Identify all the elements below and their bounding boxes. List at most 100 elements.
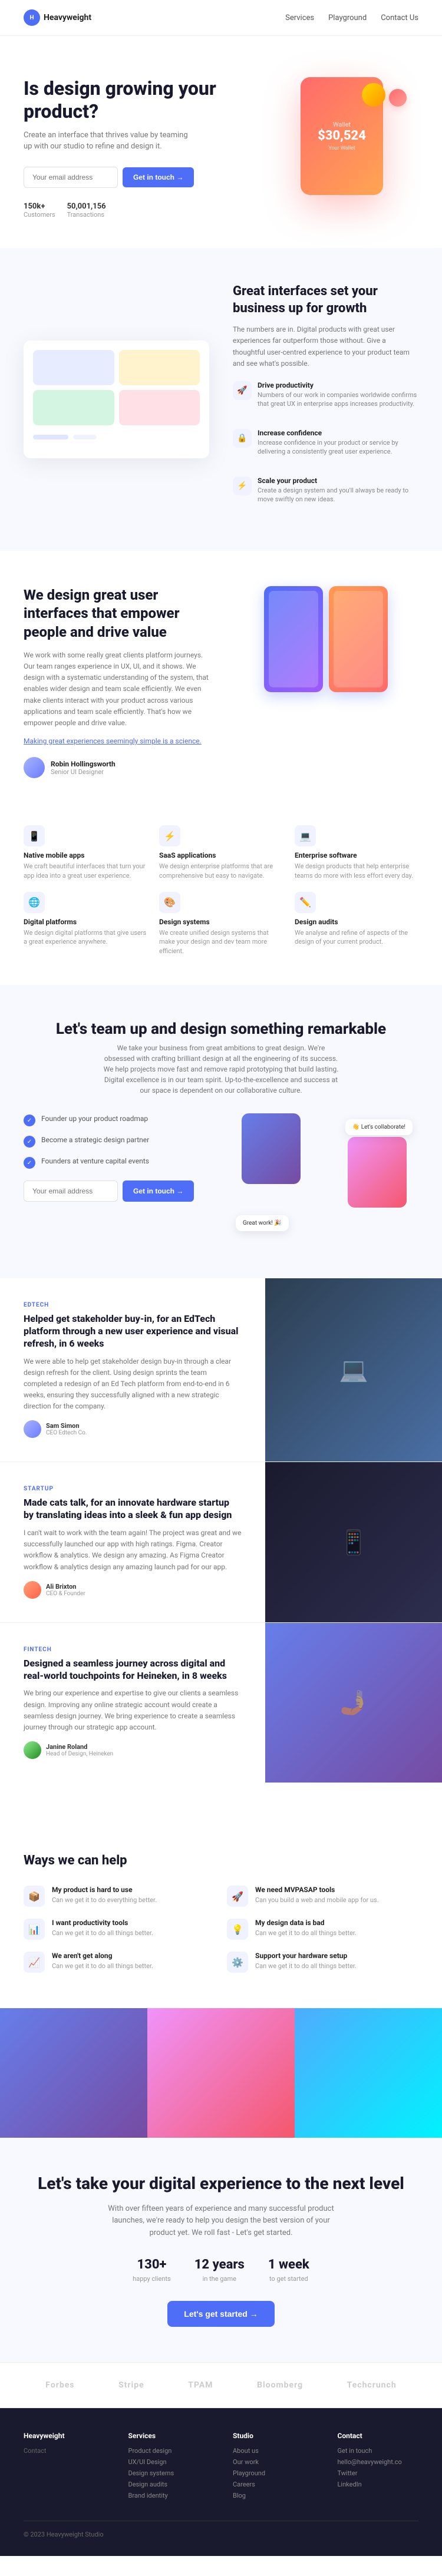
team-photo-1: [242, 1113, 301, 1184]
footer-logo-col: Heavyweight Contact: [24, 2432, 105, 2503]
trust-logos: Forbes Stripe TPAM Bloomberg Techcrunch: [24, 2380, 418, 2390]
trust-logo-1: Stripe: [118, 2380, 144, 2390]
footer-top: Heavyweight Contact Services Product des…: [24, 2432, 418, 2503]
cta-stat-0: 130+ happy clients: [133, 2257, 171, 2283]
card-amount: $30,524: [318, 128, 366, 143]
cta-stat-2: 1 week to get started: [268, 2257, 309, 2283]
footer-link-1-1[interactable]: Our work: [233, 2458, 314, 2466]
feature-icon-1: 🔒: [233, 429, 252, 448]
cta-stat-value-0: 130+: [133, 2257, 171, 2272]
case-studies-section: EDTECH Helped get stakeholder buy-in, fo…: [0, 1278, 442, 1818]
footer-bottom: © 2023 Heavyweight Studio: [24, 2521, 418, 2538]
team-feature-1: ✓ Become a strategic design partner: [24, 1135, 212, 1148]
hero-decorations: [362, 83, 407, 107]
case-author-1: Ali Brixton CEO & Founder: [24, 1581, 242, 1599]
great-subtitle: The numbers are in. Digital products wit…: [233, 324, 418, 369]
footer-link-2-3[interactable]: LinkedIn: [338, 2481, 419, 2488]
decoration-circle-2: [389, 89, 407, 107]
team-email-input[interactable]: [24, 1180, 118, 1202]
hero-cta-button[interactable]: Get in touch →: [123, 167, 194, 187]
cap-item-0: 📱 Native mobile apps We craft beautiful …: [24, 825, 147, 880]
footer-link-1-4[interactable]: Blog: [233, 2492, 314, 2499]
footer-col-title-1: Studio: [233, 2432, 314, 2440]
case-title-2: Designed a seamless journey across digit…: [24, 1658, 242, 1682]
footer-link-1-0[interactable]: About us: [233, 2447, 314, 2455]
case-author-title-1: CEO & Founder: [46, 1590, 85, 1597]
feature-text-2: Scale your product Create a design syste…: [258, 477, 418, 516]
author-title: Senior UI Designer: [51, 768, 104, 776]
hero-stat-customers: 150k+ Customers: [24, 202, 55, 219]
case-author-info-0: Sam Simon CEO Edtech Co.: [46, 1422, 87, 1436]
feature-icon-2: ⚡: [233, 477, 252, 495]
cap-desc-1: We design enterprise platforms that are …: [159, 862, 283, 880]
case-title-0: Helped get stakeholder buy-in, for an Ed…: [24, 1313, 242, 1350]
cta-stat-label-2: to get started: [269, 2275, 308, 2283]
team-section: Let's team up and design something remar…: [0, 985, 442, 1278]
cap-icon-1: ⚡: [159, 825, 180, 846]
footer-link-1-3[interactable]: Careers: [233, 2481, 314, 2488]
team-feature-text-0: Founder up your product roadmap: [41, 1113, 148, 1124]
hero-section: Is design growing your product? Create a…: [0, 36, 442, 248]
footer-link-1-2[interactable]: Playground: [233, 2469, 314, 2477]
capabilities-section: 📱 Native mobile apps We craft beautiful …: [0, 814, 442, 985]
way-icon-2: 📊: [24, 1919, 45, 1940]
case-desc-2: We bring our experience and expertise to…: [24, 1688, 242, 1733]
feature-title-0: Drive productivity: [258, 381, 418, 389]
team-subtitle: We take your business from great ambitio…: [103, 1043, 339, 1096]
hero-left: Is design growing your product? Create a…: [24, 77, 221, 219]
mockup-card-yellow: [119, 350, 200, 385]
way-icon-1: 🚀: [227, 1886, 248, 1907]
footer-link-2-1[interactable]: hello@heavyweight.co: [338, 2458, 419, 2466]
design-section: We design great user interfaces that emp…: [0, 551, 442, 814]
cap-icon-0: 📱: [24, 825, 45, 846]
decoration-circle-1: [362, 83, 385, 107]
cta-button[interactable]: Let's get started →: [167, 2301, 274, 2327]
ways-title: Ways we can help: [24, 1853, 418, 1868]
email-input[interactable]: [24, 167, 118, 188]
nav-link-playground[interactable]: Playground: [328, 14, 367, 22]
team-content: ✓ Founder up your product roadmap ✓ Beco…: [24, 1113, 418, 1243]
gallery: [0, 2008, 442, 2138]
gallery-img-2: [147, 2008, 295, 2138]
footer-copyright: © 2023 Heavyweight Studio: [24, 2531, 104, 2538]
author-card: Robin Hollingsworth Senior UI Designer: [24, 757, 209, 778]
card-label: Your Wallet: [328, 146, 355, 151]
feature-text-0: Drive productivity Numbers of our work i…: [258, 381, 418, 421]
case-image-2: 🤳: [265, 1623, 442, 1783]
way-text-2: I want productivity tools Can we get it …: [52, 1919, 153, 1937]
team-form: Get in touch →: [24, 1180, 212, 1202]
footer-link-2-0[interactable]: Get in touch: [338, 2447, 419, 2455]
case-item-0: EDTECH Helped get stakeholder buy-in, fo…: [0, 1278, 442, 1462]
team-cta-button[interactable]: Get in touch →: [123, 1180, 194, 1202]
footer-link-0-3[interactable]: Design audits: [128, 2481, 210, 2488]
design-link[interactable]: Making great experiences seemingly simpl…: [24, 737, 209, 745]
mockup-bar-1: [33, 435, 68, 439]
case-text-2: FINTECH Designed a seamless journey acro…: [0, 1623, 265, 1783]
cta-description: With over fifteen years of experience an…: [103, 2203, 339, 2240]
gallery-img-1: [0, 2008, 147, 2138]
case-desc-1: I can't wait to work with the team again…: [24, 1527, 242, 1573]
case-author-name-2: Janine Roland: [46, 1743, 113, 1751]
navigation: H Heavyweight Services Playground Contac…: [0, 0, 442, 36]
nav-link-contact[interactable]: Contact Us: [381, 14, 418, 22]
gallery-img-3: [295, 2008, 442, 2138]
footer-link-0-0[interactable]: Product design: [128, 2447, 210, 2455]
case-img-icon-1: 📱: [265, 1462, 442, 1622]
feature-icon-0: 🚀: [233, 381, 252, 400]
footer-link-0-4[interactable]: Brand identity: [128, 2492, 210, 2499]
way-title-2: I want productivity tools: [52, 1919, 153, 1927]
way-text-0: My product is hard to use Can we get it …: [52, 1886, 157, 1904]
tablet-mockup: [24, 340, 209, 458]
case-image-1: 📱: [265, 1462, 442, 1622]
footer-link-0-1[interactable]: UX/UI Design: [128, 2458, 210, 2466]
team-feature-text-1: Become a strategic design partner: [41, 1135, 149, 1145]
case-tag-1: STARTUP: [24, 1486, 242, 1492]
footer-logo: Heavyweight: [24, 2432, 105, 2440]
cap-item-2: 💻 Enterprise software We design products…: [295, 825, 418, 880]
footer-link-0-2[interactable]: Design systems: [128, 2469, 210, 2477]
cap-icon-4: 🎨: [159, 892, 180, 913]
nav-link-services[interactable]: Services: [285, 14, 314, 22]
mockup-card-pink: [119, 390, 200, 425]
footer-link-2-2[interactable]: Twitter: [338, 2469, 419, 2477]
phone-screen-1: [264, 586, 323, 692]
